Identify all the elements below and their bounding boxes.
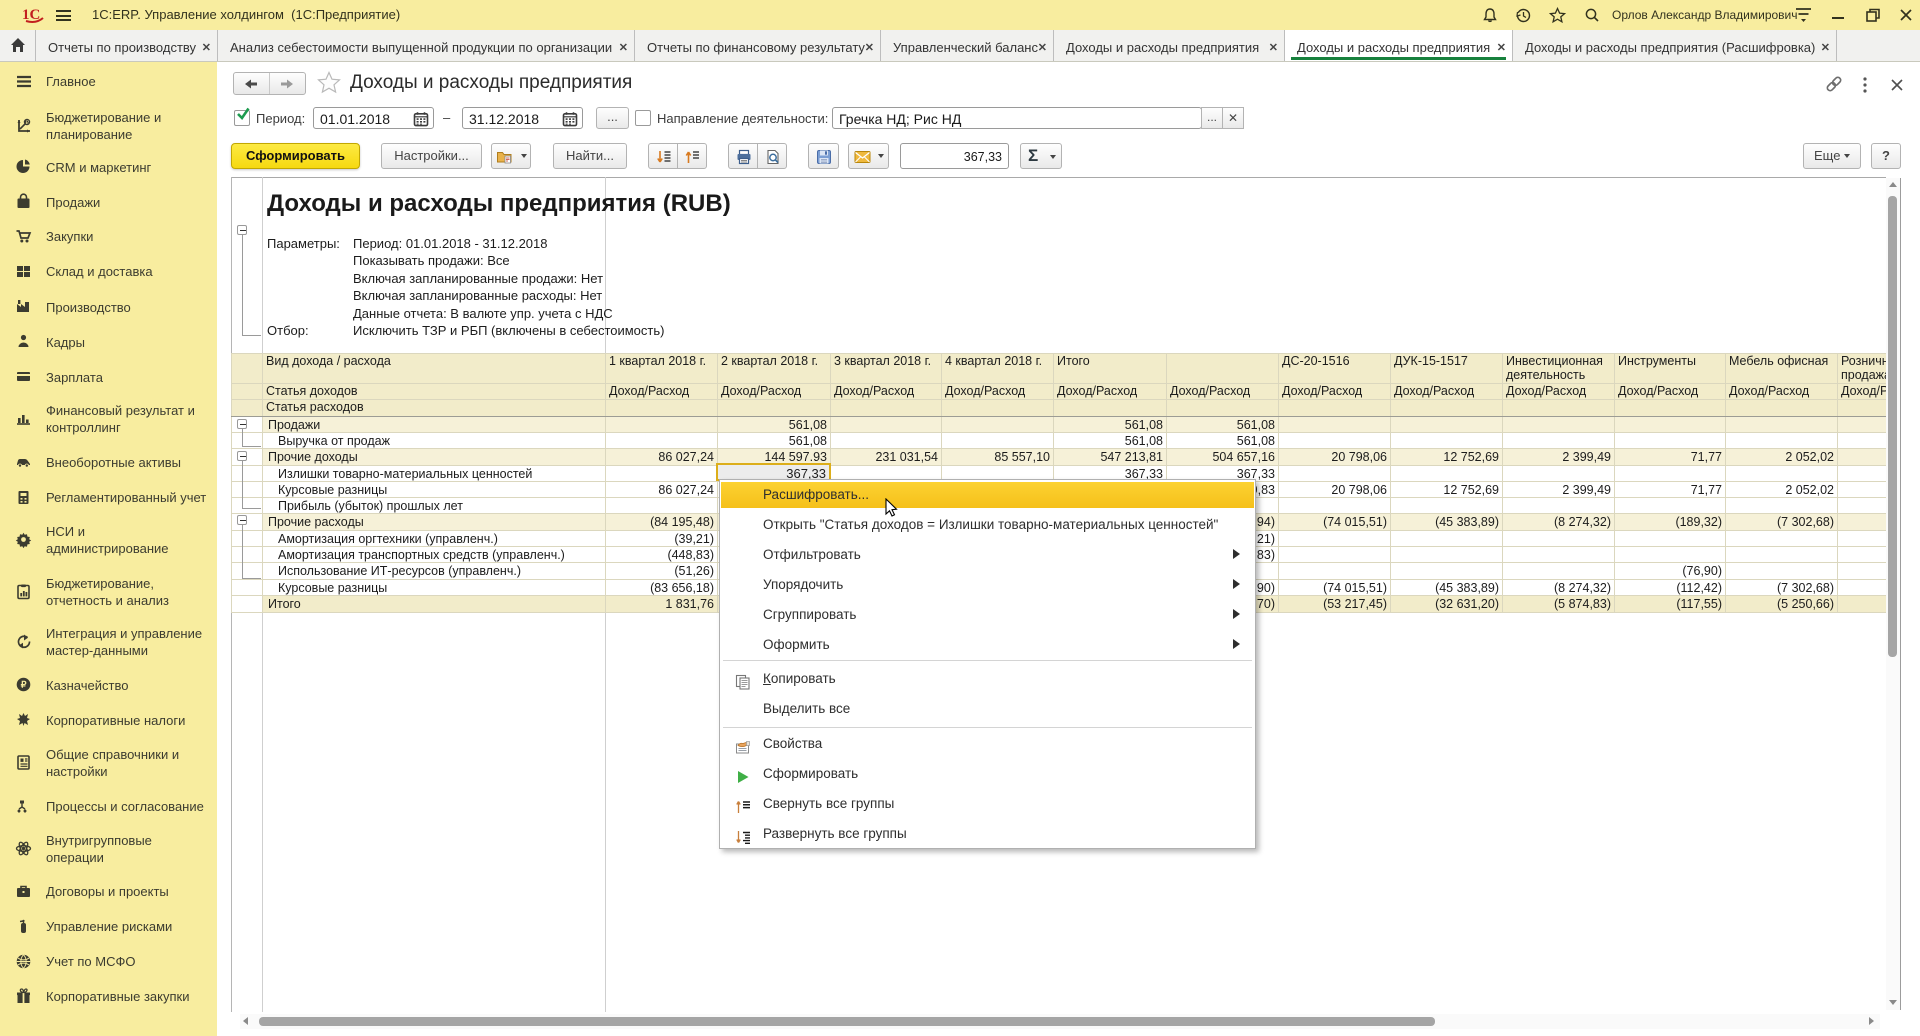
- svg-text:₽: ₽: [21, 680, 27, 690]
